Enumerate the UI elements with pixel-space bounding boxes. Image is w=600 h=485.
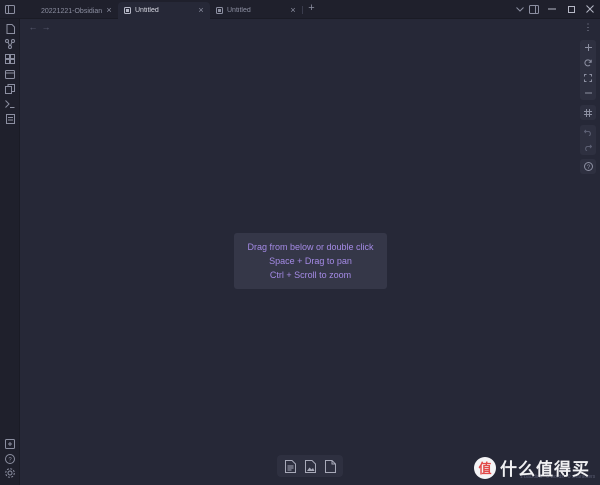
help-icon[interactable]: ? bbox=[5, 454, 15, 464]
vault-icon[interactable] bbox=[5, 439, 15, 449]
new-tab-button[interactable]: + bbox=[306, 3, 317, 14]
add-media-icon[interactable] bbox=[302, 458, 318, 474]
tab-untitled-active[interactable]: Untitled × bbox=[118, 2, 210, 19]
help-controls: ? bbox=[580, 159, 596, 174]
canvas-icon bbox=[124, 7, 131, 14]
canvas-empty-hint: Drag from below or double click Space + … bbox=[234, 233, 387, 289]
maximize-icon[interactable] bbox=[565, 3, 577, 15]
files-icon[interactable] bbox=[5, 24, 15, 34]
tab-title: 20221221-Obsidian 白板功... bbox=[41, 7, 104, 15]
zoom-out-icon[interactable] bbox=[580, 85, 596, 100]
close-icon[interactable]: × bbox=[196, 6, 206, 16]
canvas-icon bbox=[216, 7, 223, 14]
chevron-down-icon[interactable] bbox=[514, 3, 526, 15]
left-ribbon: ? bbox=[0, 19, 20, 485]
tab-title: Untitled bbox=[227, 7, 251, 14]
watermark-text: 什么值得买 bbox=[500, 460, 590, 479]
tab-divider bbox=[302, 6, 303, 14]
canvas-icon[interactable] bbox=[5, 54, 15, 64]
back-button[interactable]: ← bbox=[28, 22, 38, 32]
terminal-icon[interactable] bbox=[5, 99, 15, 109]
template-icon[interactable] bbox=[5, 114, 15, 124]
close-icon[interactable]: × bbox=[288, 6, 298, 16]
more-options-button[interactable]: ⋮ bbox=[583, 22, 593, 32]
hint-line: Drag from below or double click bbox=[247, 242, 374, 252]
canvas-add-toolbar bbox=[277, 455, 343, 477]
minimize-icon[interactable] bbox=[546, 3, 558, 15]
undo-icon[interactable] bbox=[580, 125, 596, 140]
grid-controls bbox=[580, 105, 596, 120]
tab-untitled[interactable]: Untitled × bbox=[210, 2, 302, 19]
copy-icon[interactable] bbox=[5, 84, 15, 94]
file-icon bbox=[30, 7, 37, 14]
add-file-icon[interactable] bbox=[322, 458, 338, 474]
redo-icon[interactable] bbox=[580, 140, 596, 155]
watermark: 值 什么值得买 bbox=[474, 455, 590, 480]
obsidian-window: 20221221-Obsidian 白板功... × Untitled × Un… bbox=[0, 0, 600, 485]
svg-text:?: ? bbox=[8, 458, 12, 464]
reset-zoom-icon[interactable] bbox=[580, 55, 596, 70]
zoom-controls bbox=[580, 40, 596, 100]
add-note-icon[interactable] bbox=[282, 458, 298, 474]
sidebar-toggle-icon[interactable] bbox=[4, 3, 16, 15]
tab-obsidian-note[interactable]: 20221221-Obsidian 白板功... × bbox=[24, 2, 118, 19]
hint-line: Ctrl + Scroll to zoom bbox=[269, 270, 352, 280]
close-window-icon[interactable] bbox=[584, 3, 596, 15]
tab-title: Untitled bbox=[135, 7, 159, 14]
fit-icon[interactable] bbox=[580, 70, 596, 85]
forward-button[interactable]: → bbox=[41, 22, 51, 32]
settings-icon[interactable] bbox=[5, 468, 15, 478]
snap-grid-icon[interactable] bbox=[580, 105, 596, 120]
watermark-logo: 值 bbox=[474, 456, 496, 479]
close-icon[interactable]: × bbox=[104, 6, 114, 16]
tab-bar: 20221221-Obsidian 白板功... × Untitled × Un… bbox=[0, 0, 600, 19]
zoom-in-icon[interactable] bbox=[580, 40, 596, 55]
history-controls bbox=[580, 125, 596, 155]
hint-line: Space + Drag to pan bbox=[269, 256, 352, 266]
sidebar-right-toggle-icon[interactable] bbox=[528, 3, 540, 15]
graph-icon[interactable] bbox=[5, 39, 15, 49]
help-icon[interactable]: ? bbox=[580, 159, 596, 174]
calendar-icon[interactable] bbox=[5, 69, 15, 79]
